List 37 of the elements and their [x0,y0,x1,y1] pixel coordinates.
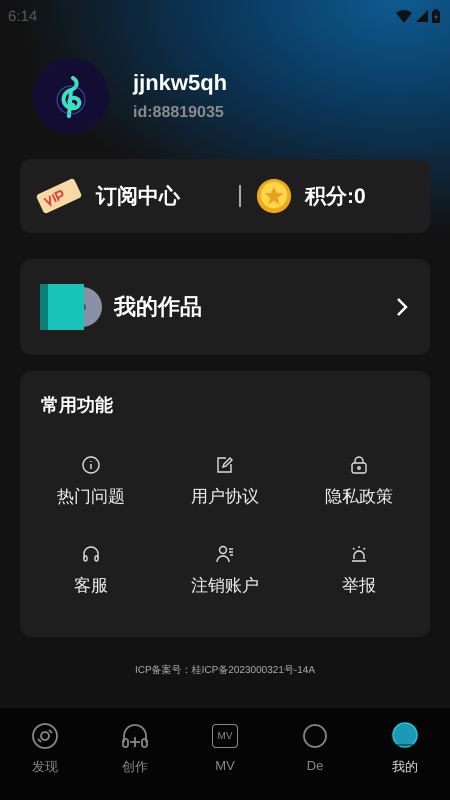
alarm-light-icon [349,544,369,564]
username: jjnkw5qh [133,70,228,96]
my-works-row[interactable]: 我的作品 [20,259,430,355]
nav-tab[interactable]: MV MV [180,722,270,800]
user-id: id:88819035 [133,104,225,122]
album-disc-icon [40,283,102,331]
circle-icon [301,722,329,750]
signal-icon [416,10,428,22]
function-item[interactable]: 举报 [292,544,426,597]
edit-icon [215,455,235,475]
section-title: 常用功能 [41,394,114,417]
headset-icon [81,544,101,564]
function-item[interactable]: 热门问题 [24,455,158,508]
wifi-icon [396,10,412,22]
points-link[interactable]: 积分:0 [255,177,366,215]
subscription-center-link[interactable]: 订阅中心 [34,177,229,215]
user-list-icon [215,544,235,564]
status-time: 6:14 [8,8,38,24]
mv-icon: MV [212,724,238,748]
chevron-right-icon [396,297,408,317]
function-item[interactable]: 客服 [24,544,158,597]
disc-icon [31,722,59,750]
coin-icon [255,177,293,215]
icp-notice: ICP备案号：桂ICP备2023000321号-14A [134,664,316,677]
avatar-logo-icon[interactable] [33,58,109,134]
nav-tab[interactable]: 创作 [90,722,180,800]
function-item[interactable]: 用户协议 [158,455,292,508]
nav-tab[interactable]: De [270,722,360,800]
lock-icon [349,455,369,475]
headphones-icon [121,722,149,750]
function-item[interactable]: 注销账户 [158,544,292,597]
nav-tab[interactable]: 发现 [0,722,90,800]
function-item[interactable]: 隐私政策 [292,455,426,508]
nav-tab[interactable]: 我的 [360,722,450,800]
info-icon [81,455,101,475]
profile-icon [391,722,419,750]
battery-icon [432,9,440,23]
